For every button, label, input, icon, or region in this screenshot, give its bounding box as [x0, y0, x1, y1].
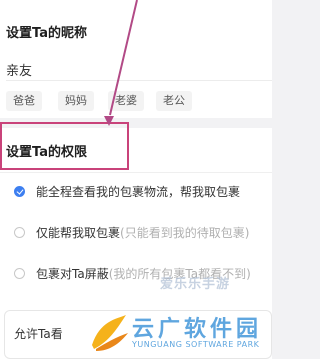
watermark-text: 爱乐乐手游 — [160, 277, 231, 292]
watermark-brand: 云广软件园 — [132, 317, 263, 342]
yunguang-logo-icon — [92, 315, 128, 351]
annotation-arrow-icon — [104, 0, 138, 126]
watermark-subtitle: YUNGUANG SOFTWARE PARK — [132, 340, 260, 349]
